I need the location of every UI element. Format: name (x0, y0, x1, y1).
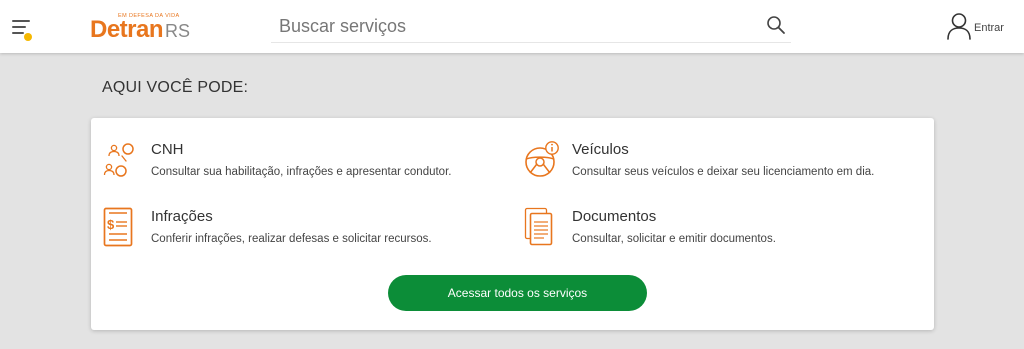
top-header: EM DEFESA DA VIDA DetranRS Entrar (0, 0, 1024, 53)
service-description: Consultar seus veículos e deixar seu lic… (572, 166, 875, 178)
service-documentos[interactable]: Documentos Consultar, solicitar e emitir… (524, 207, 924, 251)
section-title: AQUI VOCÊ PODE: (102, 79, 249, 96)
detran-logo[interactable]: EM DEFESA DA VIDA Detran RS (90, 12, 190, 44)
service-cnh[interactable]: CNH Consultar sua habilitação, infrações… (103, 140, 503, 184)
logo-wordmark: Detran RS (90, 17, 190, 44)
access-all-services-button[interactable]: Acessar todos os serviços (388, 275, 647, 311)
logo-suffix: RS (165, 21, 191, 41)
service-title: CNH (151, 141, 184, 158)
service-title: Documentos (572, 208, 657, 225)
hamburger-menu-button[interactable] (8, 14, 36, 42)
login-label: Entrar (974, 22, 1004, 34)
services-card: CNH Consultar sua habilitação, infrações… (91, 118, 934, 330)
service-veiculos[interactable]: Veículos Consultar seus veículos e deixa… (524, 140, 924, 184)
service-description: Consultar, solicitar e emitir documentos… (572, 233, 776, 245)
service-description: Conferir infrações, realizar defesas e s… (151, 233, 432, 245)
menu-bar (12, 32, 24, 34)
search-input[interactable] (279, 13, 749, 39)
menu-bar (12, 20, 30, 22)
people-exchange-icon (103, 143, 134, 177)
search-icon[interactable] (766, 15, 786, 35)
steering-wheel-info-icon (525, 141, 559, 177)
menu-bar (12, 26, 26, 28)
documents-icon (524, 207, 553, 246)
notification-dot (24, 33, 32, 41)
search-bar (271, 9, 791, 43)
service-title: Infrações (151, 208, 213, 225)
logo-name: Detran (90, 16, 164, 43)
service-infracoes[interactable]: $ Infrações Conferir infrações, realizar… (103, 207, 503, 251)
service-title: Veículos (572, 141, 629, 158)
service-description: Consultar sua habilitação, infrações e a… (151, 166, 452, 178)
svg-text:$: $ (107, 217, 115, 232)
login-button[interactable]: Entrar (946, 12, 1004, 40)
user-icon (947, 13, 971, 40)
fine-document-icon: $ (103, 207, 133, 247)
